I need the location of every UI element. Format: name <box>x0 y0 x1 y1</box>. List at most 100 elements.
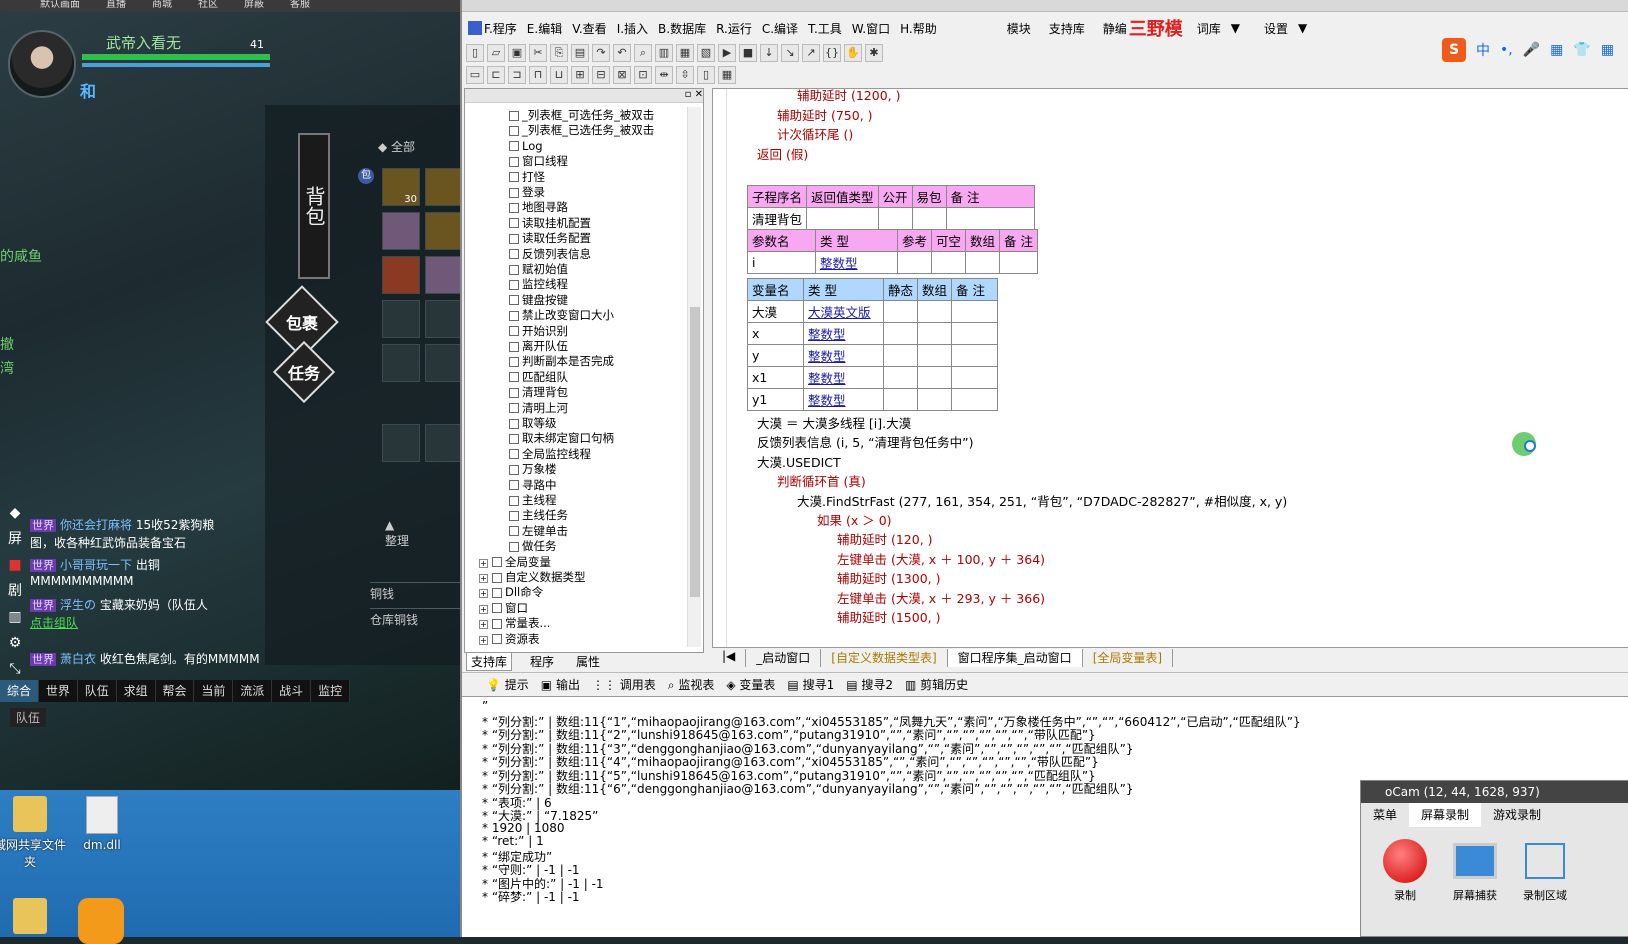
tree-scrollbar[interactable] <box>687 107 701 647</box>
variable-type[interactable]: 大漠英文版 <box>803 300 884 323</box>
table-cell[interactable] <box>882 388 919 411</box>
variable-row[interactable]: y1 整数型 <box>747 388 999 411</box>
desktop-icon-shared-folder[interactable]: 域网共享文件夹 <box>0 796 70 870</box>
tree-item-subprogram[interactable]: 主线任务 <box>509 507 568 523</box>
tree-item-subprogram[interactable]: 取未绑定窗口句柄 <box>509 430 614 446</box>
bag-slot[interactable] <box>425 212 460 250</box>
bag-slot[interactable] <box>382 256 420 294</box>
tree-item-subprogram[interactable]: 监控线程 <box>509 276 568 292</box>
expand-icon[interactable]: + <box>479 574 488 583</box>
find-icon[interactable]: ⌕ <box>634 44 652 62</box>
menu-settings[interactable]: 设置 <box>1264 20 1288 37</box>
ocam-capture-button[interactable]: 屏幕捕获 <box>1445 839 1505 903</box>
tree-root-node[interactable]: + 窗口 <box>479 600 528 616</box>
menu-compile[interactable]: C.编译 <box>762 20 798 37</box>
table-cell[interactable] <box>917 388 953 411</box>
tree-item-subprogram[interactable]: 寻路中 <box>509 477 557 493</box>
tree-item-subprogram[interactable]: 读取任务配置 <box>509 230 591 246</box>
table-cell[interactable] <box>877 207 913 230</box>
paste-icon[interactable]: ▤ <box>571 44 589 62</box>
table-cell[interactable] <box>951 322 999 345</box>
open-file-icon[interactable]: ▱ <box>487 44 505 62</box>
menu-insert[interactable]: I.插入 <box>617 20 648 37</box>
align-icon[interactable]: ⇹ <box>655 66 673 84</box>
save-icon[interactable]: ▣ <box>508 44 526 62</box>
code-line[interactable]: 辅助延时 (750, ) <box>777 105 873 124</box>
bag-slot[interactable] <box>425 344 460 382</box>
align-icon[interactable]: ⊏ <box>487 66 505 84</box>
tree-item-subprogram[interactable]: 清明上河 <box>509 400 568 416</box>
table-cell[interactable] <box>806 207 879 230</box>
table-cell[interactable] <box>917 366 953 389</box>
variable-name[interactable]: x1 <box>747 366 804 389</box>
keyboard-icon[interactable]: ▦ <box>1550 42 1563 58</box>
cut-icon[interactable]: ✂ <box>529 44 547 62</box>
table-cell[interactable] <box>882 366 919 389</box>
tree-item-subprogram[interactable]: 判断副本是否完成 <box>509 353 614 369</box>
layout-icon[interactable]: ▥ <box>655 44 673 62</box>
align-icon[interactable]: ⇳ <box>676 66 694 84</box>
app-shortcut-icon[interactable] <box>78 898 124 944</box>
tree-item-subprogram[interactable]: 反馈列表信息 <box>509 246 591 262</box>
ocam-record-button[interactable]: 录制 <box>1375 839 1435 903</box>
pin-icon[interactable]: ▫ <box>685 89 692 100</box>
game-top-label[interactable]: 社区 <box>198 0 218 12</box>
chat-sender[interactable]: 你还会打麻将 <box>60 518 132 532</box>
tree-item-subprogram[interactable]: 全局监控线程 <box>509 446 591 462</box>
chat-sender[interactable]: 浮生の <box>60 598 96 612</box>
code-line[interactable]: 返回 (假) <box>757 144 808 163</box>
menu-program[interactable]: F.程序 <box>484 20 517 37</box>
trash-icon[interactable]: ▥ <box>4 604 26 630</box>
tree-root-node[interactable]: + 全局变量 <box>479 554 551 570</box>
align-icon[interactable]: ⊟ <box>592 66 610 84</box>
table-cell[interactable] <box>951 388 999 411</box>
code-editor[interactable]: 辅助延时 (1200, ) 辅助延时 (750, ) 计次循环尾 () 返回 (假) … <box>712 88 1628 648</box>
redo-icon[interactable]: ↷ <box>592 44 610 62</box>
table-cell[interactable] <box>951 300 999 323</box>
sort-button[interactable]: ▲ 整理 <box>385 518 409 549</box>
param-name[interactable]: i <box>747 251 816 274</box>
tree-item-subprogram[interactable]: _列表框_可选任务_被双击 <box>509 107 654 123</box>
ocam-area-button[interactable]: 录制区域 <box>1515 839 1575 903</box>
code-line[interactable]: 辅助延时 (1300, ) <box>837 568 941 587</box>
variable-name[interactable]: y <box>747 344 804 367</box>
chat-tab[interactable]: 监控 <box>311 680 351 702</box>
tree-item-subprogram[interactable]: 做任务 <box>509 538 557 554</box>
desktop-icon-folder2[interactable] <box>0 898 70 938</box>
chat-channel[interactable]: 世界 <box>30 599 56 612</box>
tab-support-lib[interactable]: 支持库 <box>466 653 513 671</box>
table-cell[interactable] <box>896 251 933 274</box>
expand-icon[interactable]: + <box>479 604 488 614</box>
game-top-label[interactable]: 商城 <box>152 0 172 12</box>
tree-item-subprogram[interactable]: 赋初始值 <box>509 261 568 277</box>
step-over-icon[interactable]: ↘ <box>781 44 799 62</box>
menu-static-compile[interactable]: 静编 <box>1103 20 1127 37</box>
align-icon[interactable]: ⊠ <box>613 66 631 84</box>
new-file-icon[interactable]: ▯ <box>466 44 484 62</box>
tree-item-subprogram[interactable]: 登录 <box>509 184 545 200</box>
tree-item-subprogram[interactable]: 读取挂机配置 <box>509 215 591 231</box>
menu-module[interactable]: 模块 <box>1007 20 1031 37</box>
ocam-tab-game-record[interactable]: 游戏录制 <box>1481 803 1553 827</box>
code-line[interactable]: 大漠.FindStrFast (277, 161, 354, 251, “背包”… <box>797 491 1287 510</box>
tree-item-subprogram[interactable]: 窗口线程 <box>509 153 568 169</box>
expand-icon[interactable]: + <box>479 589 488 599</box>
variable-row[interactable]: y 整数型 <box>747 344 999 367</box>
tab-clip-history[interactable]: ▥ 剪辑历史 <box>905 676 968 693</box>
chat-tab[interactable]: 求组 <box>117 680 156 702</box>
chat-channel[interactable]: 世界 <box>30 653 56 666</box>
tree-item-subprogram[interactable]: 打怪 <box>509 169 545 185</box>
expand-icon[interactable]: + <box>479 558 488 568</box>
menu-tools[interactable]: T.工具 <box>808 20 842 37</box>
table-cell[interactable] <box>882 300 919 323</box>
ime-punctuation-icon[interactable]: •, <box>1500 42 1513 58</box>
menu-edit[interactable]: E.编辑 <box>527 20 562 37</box>
variable-type[interactable]: 整数型 <box>803 388 884 411</box>
dropdown-arrow-icon[interactable]: ▼ <box>1231 21 1240 35</box>
chat-tab[interactable]: 世界 <box>39 680 78 702</box>
tab-program[interactable]: 程序 <box>526 653 558 671</box>
tree-item-subprogram[interactable]: _列表框_已选任务_被双击 <box>509 122 654 138</box>
debug-icon[interactable]: ✱ <box>865 44 883 62</box>
tree-item-subprogram[interactable]: 左键单击 <box>509 523 568 539</box>
variable-name[interactable]: 大漠 <box>747 300 804 323</box>
